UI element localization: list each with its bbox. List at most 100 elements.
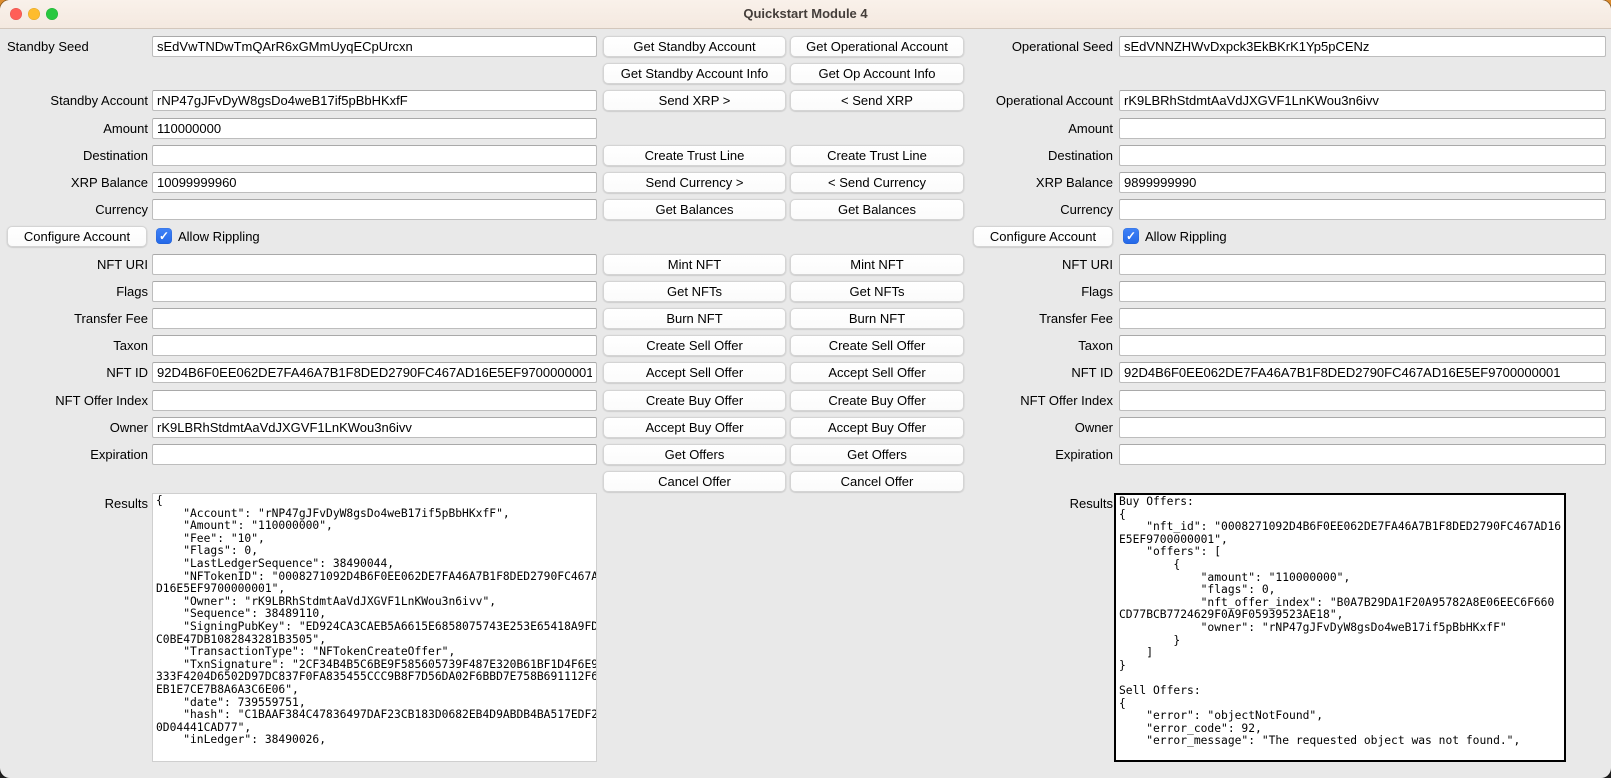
standby-send-currency-button[interactable]: Send Currency >	[603, 172, 786, 193]
standby-taxon-input[interactable]	[152, 335, 597, 356]
standby-expiration-label: Expiration	[0, 444, 148, 465]
standby-owner-label: Owner	[0, 417, 148, 438]
standby-create-sell-offer-button[interactable]: Create Sell Offer	[603, 335, 786, 356]
standby-transfer-fee-input[interactable]	[152, 308, 597, 329]
op-get-offers-button[interactable]: Get Offers	[790, 444, 964, 465]
op-mint-nft-button[interactable]: Mint NFT	[790, 254, 964, 275]
standby-send-xrp-button[interactable]: Send XRP >	[603, 90, 786, 111]
standby-nft-id-input[interactable]	[152, 362, 597, 383]
window-title: Quickstart Module 4	[0, 0, 1611, 28]
operational-nft-offer-index-input[interactable]	[1119, 390, 1606, 411]
standby-amount-label: Amount	[0, 118, 148, 139]
standby-currency-input[interactable]	[152, 199, 597, 220]
operational-seed-label: Operational Seed	[965, 36, 1113, 57]
standby-flags-label: Flags	[0, 281, 148, 302]
operational-amount-label: Amount	[965, 118, 1113, 139]
operational-amount-input[interactable]	[1119, 118, 1606, 139]
app-window: Quickstart Module 4 Standby Seed Standby…	[0, 0, 1611, 778]
standby-allow-rippling-checkbox[interactable]: ✓	[156, 228, 172, 244]
standby-get-offers-button[interactable]: Get Offers	[603, 444, 786, 465]
get-standby-account-button[interactable]: Get Standby Account	[603, 36, 786, 57]
operational-destination-label: Destination	[965, 145, 1113, 166]
standby-cancel-offer-button[interactable]: Cancel Offer	[603, 471, 786, 492]
operational-taxon-label: Taxon	[965, 335, 1113, 356]
operational-currency-label: Currency	[965, 199, 1113, 220]
standby-nft-uri-input[interactable]	[152, 254, 597, 275]
operational-nft-uri-label: NFT URI	[965, 254, 1113, 275]
standby-currency-label: Currency	[0, 199, 148, 220]
op-create-trust-line-button[interactable]: Create Trust Line	[790, 145, 964, 166]
operational-nft-uri-input[interactable]	[1119, 254, 1606, 275]
operational-owner-label: Owner	[965, 417, 1113, 438]
operational-account-input[interactable]	[1119, 90, 1606, 111]
get-op-account-info-button[interactable]: Get Op Account Info	[790, 63, 964, 84]
op-send-xrp-button[interactable]: < Send XRP	[790, 90, 964, 111]
op-create-sell-offer-button[interactable]: Create Sell Offer	[790, 335, 964, 356]
operational-allow-rippling-checkbox[interactable]: ✓	[1123, 228, 1139, 244]
standby-burn-nft-button[interactable]: Burn NFT	[603, 308, 786, 329]
standby-destination-input[interactable]	[152, 145, 597, 166]
standby-xrp-balance-input[interactable]	[152, 172, 597, 193]
standby-expiration-input[interactable]	[152, 444, 597, 465]
standby-xrp-balance-label: XRP Balance	[0, 172, 148, 193]
standby-nft-uri-label: NFT URI	[0, 254, 148, 275]
operational-results-textarea[interactable]: Buy Offers: { "nft_id": "0008271092D4B6F…	[1114, 493, 1566, 762]
standby-account-label: Standby Account	[0, 90, 148, 111]
op-burn-nft-button[interactable]: Burn NFT	[790, 308, 964, 329]
op-send-currency-button[interactable]: < Send Currency	[790, 172, 964, 193]
standby-configure-account-button[interactable]: Configure Account	[7, 226, 147, 247]
get-standby-account-info-button[interactable]: Get Standby Account Info	[603, 63, 786, 84]
standby-accept-sell-offer-button[interactable]: Accept Sell Offer	[603, 362, 786, 383]
standby-account-input[interactable]	[152, 90, 597, 111]
operational-transfer-fee-label: Transfer Fee	[965, 308, 1113, 329]
operational-taxon-input[interactable]	[1119, 335, 1606, 356]
op-cancel-offer-button[interactable]: Cancel Offer	[790, 471, 964, 492]
operational-seed-input[interactable]	[1119, 36, 1606, 57]
operational-nft-offer-index-label: NFT Offer Index	[965, 390, 1113, 411]
standby-allow-rippling-label: Allow Rippling	[178, 226, 260, 247]
standby-create-buy-offer-button[interactable]: Create Buy Offer	[603, 390, 786, 411]
op-create-buy-offer-button[interactable]: Create Buy Offer	[790, 390, 964, 411]
operational-xrp-balance-label: XRP Balance	[965, 172, 1113, 193]
operational-account-label: Operational Account	[965, 90, 1113, 111]
operational-destination-input[interactable]	[1119, 145, 1606, 166]
standby-mint-nft-button[interactable]: Mint NFT	[603, 254, 786, 275]
operational-owner-input[interactable]	[1119, 417, 1606, 438]
operational-flags-label: Flags	[965, 281, 1113, 302]
standby-flags-input[interactable]	[152, 281, 597, 302]
standby-nft-offer-index-label: NFT Offer Index	[0, 390, 148, 411]
minimize-button[interactable]	[28, 8, 40, 20]
operational-results-label: Results	[965, 493, 1113, 514]
standby-destination-label: Destination	[0, 145, 148, 166]
operational-nft-id-input[interactable]	[1119, 362, 1606, 383]
standby-nft-offer-index-input[interactable]	[152, 390, 597, 411]
get-operational-account-button[interactable]: Get Operational Account	[790, 36, 964, 57]
close-button[interactable]	[10, 8, 22, 20]
operational-flags-input[interactable]	[1119, 281, 1606, 302]
standby-create-trust-line-button[interactable]: Create Trust Line	[603, 145, 786, 166]
standby-get-balances-button[interactable]: Get Balances	[603, 199, 786, 220]
operational-transfer-fee-input[interactable]	[1119, 308, 1606, 329]
standby-nft-id-label: NFT ID	[0, 362, 148, 383]
standby-results-label: Results	[0, 493, 148, 514]
standby-amount-input[interactable]	[152, 118, 597, 139]
standby-accept-buy-offer-button[interactable]: Accept Buy Offer	[603, 417, 786, 438]
standby-results-textarea[interactable]: { "Account": "rNP47gJFvDyW8gsDo4weB17if5…	[152, 493, 597, 762]
zoom-button[interactable]	[46, 8, 58, 20]
standby-taxon-label: Taxon	[0, 335, 148, 356]
operational-xrp-balance-input[interactable]	[1119, 172, 1606, 193]
operational-configure-account-button[interactable]: Configure Account	[973, 226, 1113, 247]
standby-get-nfts-button[interactable]: Get NFTs	[603, 281, 786, 302]
op-get-balances-button[interactable]: Get Balances	[790, 199, 964, 220]
op-get-nfts-button[interactable]: Get NFTs	[790, 281, 964, 302]
op-accept-buy-offer-button[interactable]: Accept Buy Offer	[790, 417, 964, 438]
operational-expiration-label: Expiration	[965, 444, 1113, 465]
op-accept-sell-offer-button[interactable]: Accept Sell Offer	[790, 362, 964, 383]
operational-expiration-input[interactable]	[1119, 444, 1606, 465]
standby-owner-input[interactable]	[152, 417, 597, 438]
standby-seed-input[interactable]	[152, 36, 597, 57]
operational-currency-input[interactable]	[1119, 199, 1606, 220]
standby-seed-label: Standby Seed	[0, 36, 155, 57]
title-bar: Quickstart Module 4	[0, 0, 1611, 29]
operational-allow-rippling-label: Allow Rippling	[1145, 226, 1227, 247]
